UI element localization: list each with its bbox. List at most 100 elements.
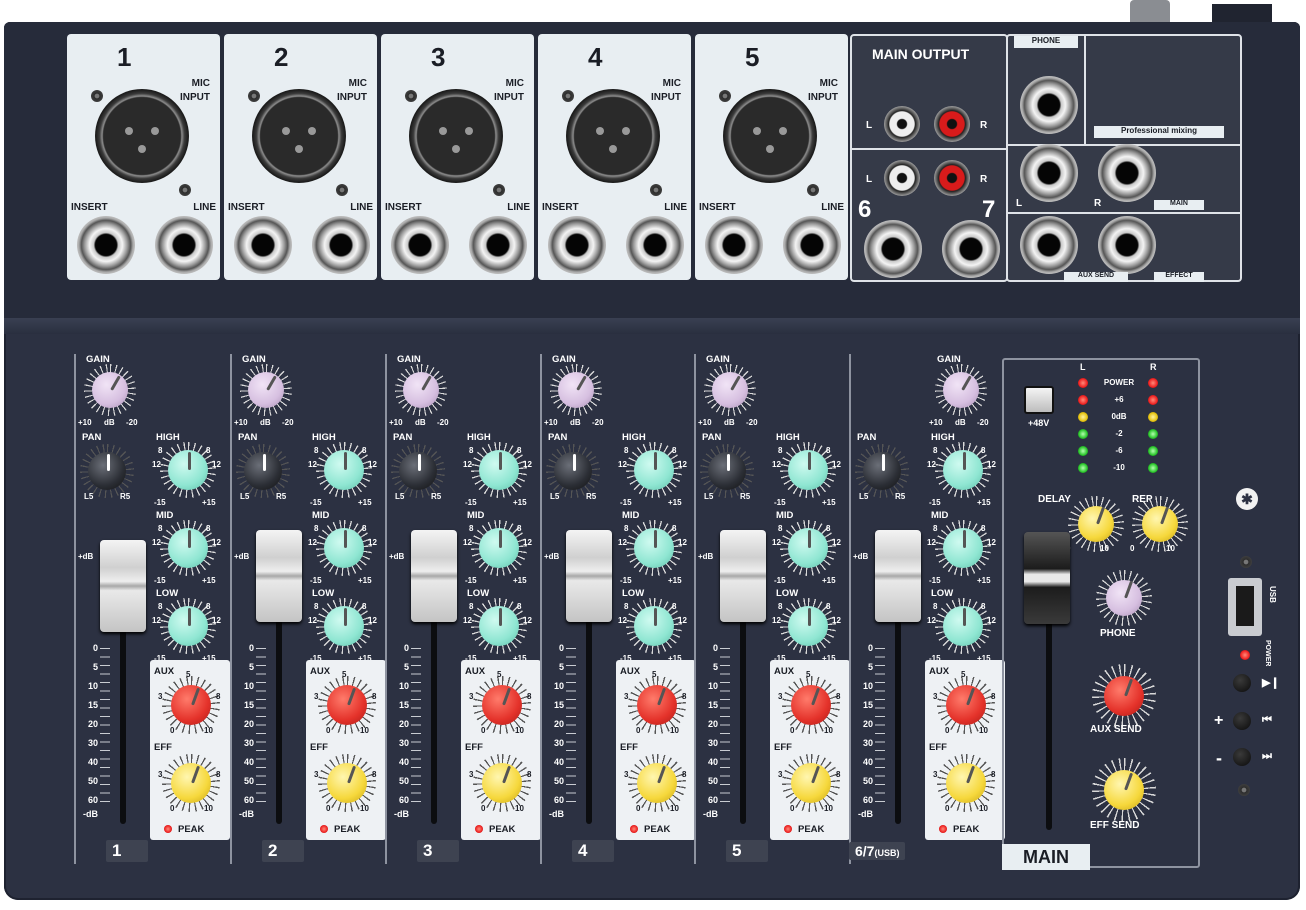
line-jack[interactable] bbox=[155, 216, 213, 274]
xlr-mic-input[interactable] bbox=[723, 89, 817, 183]
eff-send-knob[interactable] bbox=[171, 763, 211, 803]
aux-send-knob[interactable] bbox=[946, 685, 986, 725]
mid-eq-knob[interactable] bbox=[324, 528, 364, 568]
in6-jack[interactable] bbox=[864, 220, 922, 278]
channel-fader[interactable] bbox=[875, 530, 921, 622]
xlr-mic-input[interactable] bbox=[95, 89, 189, 183]
line-jack[interactable] bbox=[469, 216, 527, 274]
effect-jack[interactable] bbox=[1098, 216, 1156, 274]
main-fader[interactable] bbox=[1024, 532, 1070, 624]
eq-8r-label: 8 bbox=[672, 524, 677, 533]
mid-eq-knob[interactable] bbox=[788, 528, 828, 568]
mid-eq-label: MID bbox=[622, 510, 640, 521]
high-eq-knob[interactable] bbox=[943, 450, 983, 490]
eff-send-knob[interactable] bbox=[327, 763, 367, 803]
mid-eq-knob[interactable] bbox=[943, 528, 983, 568]
aux-0-label: 0 bbox=[636, 726, 641, 735]
main-out-jack-left[interactable] bbox=[1020, 144, 1078, 202]
usb-play-button[interactable] bbox=[1233, 674, 1251, 692]
low-eq-knob[interactable] bbox=[788, 606, 828, 646]
mid-eq-knob[interactable] bbox=[634, 528, 674, 568]
aux-send-knob[interactable] bbox=[171, 685, 211, 725]
aux-send-knob[interactable] bbox=[637, 685, 677, 725]
phone-jack[interactable] bbox=[1020, 76, 1078, 134]
high-eq-knob[interactable] bbox=[634, 450, 674, 490]
phone-label: PHONE bbox=[1014, 36, 1078, 48]
gain-knob[interactable] bbox=[403, 372, 439, 408]
aux-send-knob[interactable] bbox=[327, 685, 367, 725]
insert-jack[interactable] bbox=[705, 216, 763, 274]
eq-8r-label: 8 bbox=[826, 602, 831, 611]
in7-jack[interactable] bbox=[942, 220, 1000, 278]
pan-knob[interactable] bbox=[88, 452, 126, 490]
high-eq-knob[interactable] bbox=[788, 450, 828, 490]
pan-label: PAN bbox=[238, 432, 258, 443]
high-eq-knob[interactable] bbox=[324, 450, 364, 490]
rear-power-switch[interactable] bbox=[1212, 4, 1272, 24]
aux-send-knob[interactable] bbox=[791, 685, 831, 725]
channel-fader[interactable] bbox=[720, 530, 766, 622]
aux-send-master-knob[interactable] bbox=[1104, 676, 1144, 716]
insert-jack[interactable] bbox=[77, 216, 135, 274]
pan-knob[interactable] bbox=[399, 452, 437, 490]
gain-knob[interactable] bbox=[712, 372, 748, 408]
insert-jack[interactable] bbox=[548, 216, 606, 274]
low-eq-knob[interactable] bbox=[634, 606, 674, 646]
mid-eq-knob[interactable] bbox=[168, 528, 208, 568]
pan-knob[interactable] bbox=[708, 452, 746, 490]
eff-send-knob[interactable] bbox=[482, 763, 522, 803]
mid-eq-knob[interactable] bbox=[479, 528, 519, 568]
insert-jack[interactable] bbox=[234, 216, 292, 274]
low-eq-knob[interactable] bbox=[324, 606, 364, 646]
usb-prev-button[interactable] bbox=[1233, 712, 1251, 730]
eff-0-label: 0 bbox=[481, 804, 486, 813]
channel-fader[interactable] bbox=[566, 530, 612, 622]
eff-send-knob[interactable] bbox=[637, 763, 677, 803]
eff-send-knob[interactable] bbox=[946, 763, 986, 803]
in67-rca-left[interactable] bbox=[884, 160, 920, 196]
gain-knob[interactable] bbox=[558, 372, 594, 408]
eff-send-knob[interactable] bbox=[791, 763, 831, 803]
pan-knob[interactable] bbox=[863, 452, 901, 490]
low-eq-knob[interactable] bbox=[479, 606, 519, 646]
gain-knob[interactable] bbox=[92, 372, 128, 408]
eff-send-master-knob[interactable] bbox=[1104, 770, 1144, 810]
rep-knob[interactable] bbox=[1142, 506, 1178, 542]
aux-send-jack[interactable] bbox=[1020, 216, 1078, 274]
phone-volume-knob[interactable] bbox=[1106, 580, 1142, 616]
high-eq-knob[interactable] bbox=[479, 450, 519, 490]
aux-8-label: 8 bbox=[991, 692, 996, 701]
channel-fader[interactable] bbox=[100, 540, 146, 632]
phantom-power-button[interactable] bbox=[1024, 386, 1054, 414]
line-jack[interactable] bbox=[783, 216, 841, 274]
delay-knob[interactable] bbox=[1078, 506, 1114, 542]
pan-knob[interactable] bbox=[244, 452, 282, 490]
aux-5-label: 5 bbox=[652, 670, 657, 679]
line-jack[interactable] bbox=[312, 216, 370, 274]
in67-rca-right[interactable] bbox=[934, 160, 970, 196]
channel-fader[interactable] bbox=[256, 530, 302, 622]
line-jack[interactable] bbox=[626, 216, 684, 274]
aux-send-knob[interactable] bbox=[482, 685, 522, 725]
pan-r-label: R5 bbox=[120, 492, 131, 501]
high-eq-knob[interactable] bbox=[168, 450, 208, 490]
channel-fader[interactable] bbox=[411, 530, 457, 622]
insert-jack[interactable] bbox=[391, 216, 449, 274]
xlr-mic-input[interactable] bbox=[409, 89, 503, 183]
eq-max-label: +15 bbox=[668, 576, 682, 585]
main-out-rca-left[interactable] bbox=[884, 106, 920, 142]
gain-min-label: +10 bbox=[389, 418, 403, 427]
aux-8-label: 8 bbox=[682, 692, 687, 701]
fader-scale-label: 30 bbox=[87, 738, 98, 748]
gain-knob[interactable] bbox=[248, 372, 284, 408]
low-eq-knob[interactable] bbox=[943, 606, 983, 646]
main-out-jack-right[interactable] bbox=[1098, 144, 1156, 202]
low-eq-knob[interactable] bbox=[168, 606, 208, 646]
xlr-mic-input[interactable] bbox=[252, 89, 346, 183]
usb-port[interactable] bbox=[1228, 578, 1262, 636]
main-out-rca-right[interactable] bbox=[934, 106, 970, 142]
gain-knob[interactable] bbox=[943, 372, 979, 408]
usb-next-button[interactable] bbox=[1233, 748, 1251, 766]
pan-knob[interactable] bbox=[554, 452, 592, 490]
xlr-mic-input[interactable] bbox=[566, 89, 660, 183]
